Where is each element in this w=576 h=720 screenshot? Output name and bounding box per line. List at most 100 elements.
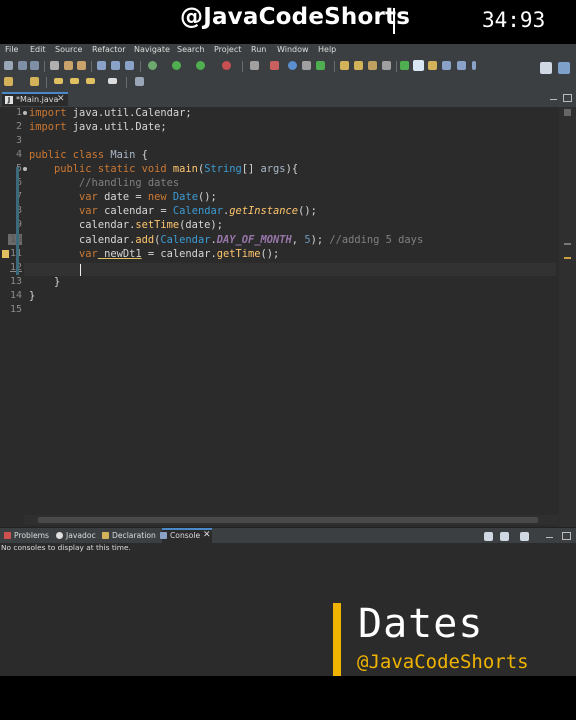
tab-declaration[interactable]: Declaration bbox=[102, 531, 156, 540]
menu-bar: File Edit Source Refactor Navigate Searc… bbox=[0, 44, 576, 58]
caption-title: Dates bbox=[358, 601, 484, 647]
next-edit-icon[interactable] bbox=[4, 77, 13, 86]
console-icon bbox=[160, 532, 167, 539]
code-line: import java.util.Date; bbox=[29, 121, 167, 133]
debug-icon[interactable] bbox=[148, 61, 157, 70]
menu-search[interactable]: Search bbox=[177, 45, 204, 54]
menu-navigate[interactable]: Navigate bbox=[134, 45, 170, 54]
code-line: var newDt1 = calendar.getTime(); bbox=[79, 248, 280, 260]
warning-marker[interactable] bbox=[564, 257, 571, 259]
pin-console-icon[interactable] bbox=[520, 532, 529, 541]
menu-source[interactable]: Source bbox=[55, 45, 82, 54]
back-history-icon[interactable] bbox=[86, 78, 95, 84]
debug-step-icon[interactable] bbox=[125, 61, 134, 70]
tab-problems[interactable]: Problems bbox=[4, 531, 49, 540]
fold-icon[interactable] bbox=[23, 111, 27, 115]
pin-editor-icon[interactable] bbox=[135, 77, 144, 86]
save-icon[interactable] bbox=[18, 61, 27, 70]
code-line: //handling dates bbox=[79, 177, 180, 189]
scrollbar-thumb[interactable] bbox=[38, 517, 538, 523]
tab-main-java[interactable]: J *Main.java ✕ bbox=[2, 92, 68, 106]
overview-marker[interactable] bbox=[564, 243, 571, 245]
fold-icon[interactable] bbox=[23, 167, 27, 171]
perspective-icon[interactable] bbox=[540, 62, 552, 74]
java-perspective-icon[interactable] bbox=[558, 62, 570, 74]
prev-edit-icon[interactable] bbox=[30, 77, 39, 86]
new-package-icon[interactable] bbox=[270, 61, 279, 70]
problems-icon bbox=[4, 532, 11, 539]
close-icon[interactable]: ✕ bbox=[57, 94, 65, 104]
new-java-project-icon[interactable] bbox=[250, 61, 259, 70]
top-banner: @JavaCodeShorts 34:93 bbox=[0, 0, 576, 44]
build-all-icon[interactable] bbox=[77, 61, 86, 70]
menu-window[interactable]: Window bbox=[277, 45, 309, 54]
minimize-icon[interactable] bbox=[550, 99, 557, 101]
skip-breakpoints-icon[interactable] bbox=[111, 61, 120, 70]
toolbar-separator bbox=[242, 61, 243, 72]
code-editor[interactable]: 1 2 3 4 5 6 7 8 9 10 11 12 13 14 15 impo… bbox=[0, 107, 576, 527]
change-indicator bbox=[16, 167, 19, 275]
menu-project[interactable]: Project bbox=[214, 45, 241, 54]
search-icon[interactable] bbox=[354, 61, 363, 70]
refresh-icon[interactable] bbox=[302, 61, 311, 70]
code-line: var date = new Date(); bbox=[79, 191, 217, 203]
menu-file[interactable]: File bbox=[5, 45, 18, 54]
print-icon[interactable] bbox=[50, 61, 59, 70]
toolbar-separator bbox=[44, 61, 45, 72]
code-line: calendar.add(Calendar.DAY_OF_MONTH, 5); … bbox=[79, 234, 424, 246]
toolbar-separator bbox=[46, 77, 47, 88]
current-line-highlight bbox=[24, 263, 556, 276]
new-icon[interactable] bbox=[4, 61, 13, 70]
line-number-gutter: 1 2 3 4 5 6 7 8 9 10 11 12 13 14 15 bbox=[0, 107, 27, 527]
maximize-icon[interactable] bbox=[562, 532, 571, 540]
block-selection-icon[interactable] bbox=[457, 61, 466, 70]
run-icon[interactable] bbox=[172, 61, 181, 70]
back-arrow-icon[interactable] bbox=[54, 78, 63, 84]
menu-edit[interactable]: Edit bbox=[30, 45, 46, 54]
annotation-icon[interactable] bbox=[382, 61, 391, 70]
menu-help[interactable]: Help bbox=[318, 45, 336, 54]
display-console-icon[interactable] bbox=[500, 532, 509, 541]
forward-history-icon[interactable] bbox=[108, 78, 117, 84]
code-line: } bbox=[29, 290, 36, 302]
external-tools-icon[interactable] bbox=[222, 61, 231, 70]
tab-javadoc[interactable]: Javadoc bbox=[56, 531, 96, 540]
tab-main-java-label: *Main.java bbox=[16, 95, 59, 104]
show-whitespace-icon[interactable] bbox=[442, 61, 451, 70]
toolbar-separator bbox=[91, 61, 92, 72]
highlight-icon[interactable] bbox=[413, 60, 424, 71]
close-icon[interactable]: ✕ bbox=[203, 530, 211, 540]
pencil-icon[interactable] bbox=[368, 61, 377, 70]
console-empty-message: No consoles to display at this time. bbox=[1, 543, 131, 552]
menu-refactor[interactable]: Refactor bbox=[92, 45, 126, 54]
banner-handle: @JavaCodeShorts bbox=[180, 4, 411, 30]
code-line: public static void main(String[] args){ bbox=[54, 163, 299, 175]
open-console-icon[interactable] bbox=[484, 532, 493, 541]
horizontal-scrollbar[interactable] bbox=[24, 515, 558, 525]
open-folder-icon[interactable] bbox=[340, 61, 349, 70]
scroll-up-icon[interactable] bbox=[564, 109, 571, 116]
save-all-icon[interactable] bbox=[30, 61, 39, 70]
next-annotation-icon[interactable] bbox=[400, 61, 409, 70]
tab-console[interactable]: Console bbox=[160, 531, 200, 540]
toggle-mark-icon[interactable] bbox=[428, 61, 437, 70]
coverage-icon[interactable] bbox=[196, 61, 205, 70]
terminal-icon[interactable] bbox=[97, 61, 106, 70]
line-number: 10 bbox=[8, 234, 22, 245]
paragraph-icon[interactable] bbox=[472, 61, 476, 70]
maximize-icon[interactable] bbox=[563, 94, 572, 102]
code-line: } bbox=[54, 276, 61, 288]
code-line: import java.util.Calendar; bbox=[29, 107, 192, 119]
build-icon[interactable] bbox=[64, 61, 73, 70]
editor-tab-bar: J *Main.java ✕ bbox=[0, 90, 576, 108]
text-caret bbox=[80, 264, 81, 276]
new-class-icon[interactable] bbox=[288, 61, 297, 70]
warning-icon[interactable] bbox=[2, 250, 9, 258]
minimize-icon[interactable] bbox=[546, 537, 553, 539]
caption-accent-bar bbox=[333, 603, 341, 676]
javadoc-icon bbox=[56, 532, 63, 539]
vertical-scrollbar[interactable] bbox=[559, 107, 576, 527]
open-type-icon[interactable] bbox=[316, 61, 325, 70]
menu-run[interactable]: Run bbox=[251, 45, 266, 54]
forward-arrow-icon[interactable] bbox=[70, 78, 79, 84]
